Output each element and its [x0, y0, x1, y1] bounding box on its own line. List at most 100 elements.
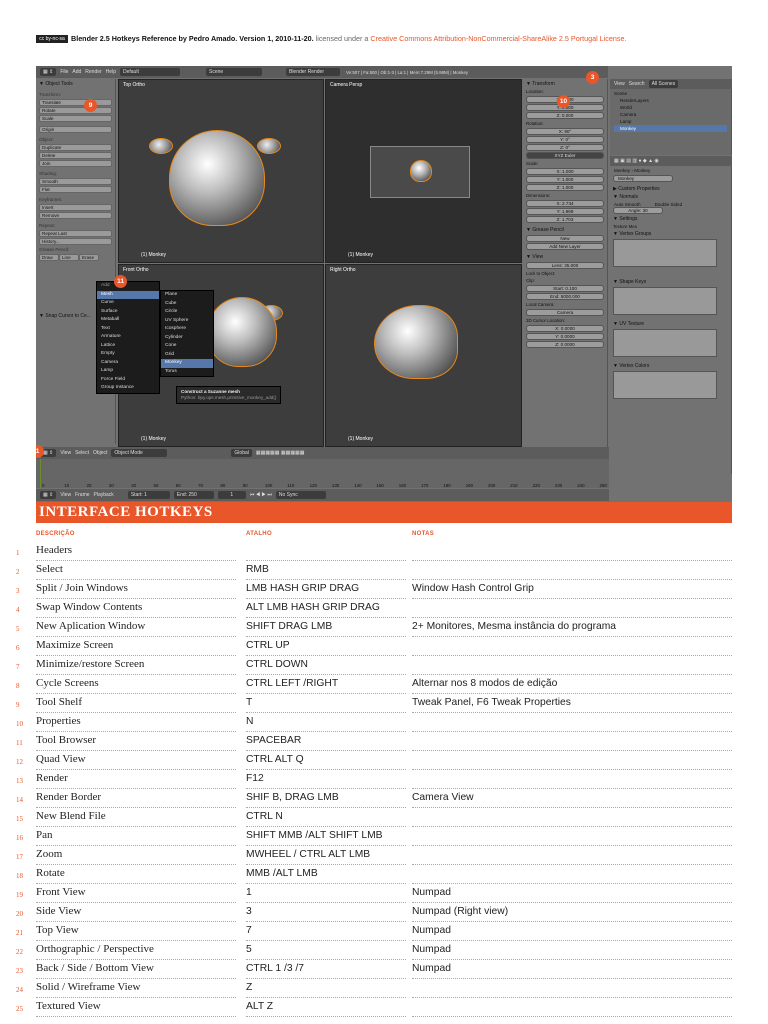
line-button[interactable]: Line — [59, 254, 79, 261]
smooth-button[interactable]: Smooth — [39, 178, 112, 185]
start-frame-field[interactable]: Start: 1 — [127, 491, 170, 499]
vertex-colors-section[interactable]: ▼ Vertex Colors — [613, 363, 728, 369]
outliner-item-scene[interactable]: Scene — [614, 90, 727, 97]
cursor-y-field[interactable]: Y: 0.0000 — [526, 333, 604, 340]
scale-x-field[interactable]: X: 1.000 — [526, 168, 604, 175]
viewport-top-ortho[interactable]: Top Ortho (1) Monkey — [118, 79, 324, 263]
mesh-cone[interactable]: Cone — [161, 342, 213, 351]
grease-add-layer-button[interactable]: Add New Layer — [526, 243, 604, 250]
dimensions-x-field[interactable]: X: 2.734 — [526, 200, 604, 207]
end-frame-field[interactable]: End: 250 — [173, 491, 214, 499]
monkey-mesh[interactable] — [169, 130, 265, 226]
duplicate-button[interactable]: Duplicate — [39, 144, 112, 151]
menu-add[interactable]: Add — [72, 69, 81, 75]
add-menu-metaball[interactable]: Metaball — [97, 316, 159, 325]
layer-buttons[interactable]: ▦▦▦▦▦ ▦▦▦▦▦ — [256, 450, 305, 456]
add-menu-lattice[interactable]: Lattice — [97, 342, 159, 351]
repeat-last-button[interactable]: Repeat Last — [39, 230, 112, 237]
license-link[interactable]: Creative Commons Attribution-NonCommerci… — [370, 34, 626, 43]
menu-render[interactable]: Render — [85, 69, 101, 75]
timeline-frame-menu[interactable]: Frame — [75, 492, 89, 498]
timeline[interactable]: 0 10 20 30 40 50 60 70 80 90 100 110 120 130 140 150 160… — [36, 459, 609, 488]
cc-license-badge[interactable]: cc by-nc-sa — [36, 35, 68, 44]
translate-button[interactable]: Translate — [39, 99, 112, 106]
layout-select[interactable]: Default — [119, 68, 180, 76]
camera-field[interactable]: Camera — [526, 309, 604, 316]
rotation-z-field[interactable]: Z: 0° — [526, 144, 604, 151]
vertex-colors-list[interactable] — [613, 371, 717, 399]
orientation-select[interactable]: Global — [231, 449, 252, 457]
erase-button[interactable]: Erase — [79, 254, 99, 261]
scale-y-field[interactable]: Y: 1.000 — [526, 176, 604, 183]
mesh-monkey[interactable]: Monkey — [161, 359, 213, 368]
outliner-item-renderlayers[interactable]: RenderLayers — [614, 97, 727, 104]
viewport-camera-persp[interactable]: Camera Persp (1) Monkey — [325, 79, 522, 263]
mode-select[interactable]: Object Mode — [111, 449, 168, 457]
dimensions-z-field[interactable]: Z: 1.703 — [526, 216, 604, 223]
view3d-select-menu[interactable]: Select — [75, 450, 89, 456]
double-sided-checkbox[interactable]: Double Sided — [655, 202, 683, 207]
history-button[interactable]: History... — [39, 238, 112, 245]
scale-z-field[interactable]: Z: 1.000 — [526, 184, 604, 191]
outliner-item-monkey[interactable]: Monkey — [614, 125, 727, 132]
viewport-right-ortho[interactable]: Right Ortho (1) Monkey — [325, 264, 522, 447]
outliner-search-menu[interactable]: Search — [629, 81, 645, 87]
mesh-circle[interactable]: Circle — [161, 308, 213, 317]
rotate-button[interactable]: Rotate — [39, 107, 112, 114]
outliner-view-menu[interactable]: View — [614, 81, 625, 87]
dimensions-y-field[interactable]: Y: 1.969 — [526, 208, 604, 215]
remove-keyframe-button[interactable]: Remove — [39, 212, 112, 219]
properties-tabs[interactable]: ▦ ▣ ▤ ▥ ● ◆ ▲ ◉ — [610, 156, 732, 166]
mesh-uv-sphere[interactable]: UV Sphere — [161, 317, 213, 326]
editor-type-icon[interactable]: ▦ ⇕ — [40, 68, 57, 76]
shape-keys-section[interactable]: ▼ Shape Keys — [613, 279, 728, 285]
outliner-item-lamp[interactable]: Lamp — [614, 118, 727, 125]
menu-help[interactable]: Help — [106, 69, 116, 75]
cursor-x-field[interactable]: X: 0.0000 — [526, 325, 604, 332]
scene-select[interactable]: Scene — [205, 68, 262, 76]
view3d-view-menu[interactable]: View — [60, 450, 71, 456]
origin-button[interactable]: Origin — [39, 126, 112, 133]
timeline-playback-menu[interactable]: Playback — [94, 492, 114, 498]
playback-controls[interactable]: ⏮ ◀ ▶ ⏭ — [250, 492, 272, 498]
add-menu-text[interactable]: Text — [97, 325, 159, 334]
outliner-item-camera[interactable]: Camera — [614, 111, 727, 118]
angle-field[interactable]: Angle: 30 — [613, 207, 663, 214]
add-menu-armature[interactable]: Armature — [97, 333, 159, 342]
grease-new-button[interactable]: New — [526, 235, 604, 242]
settings-section[interactable]: ▼ Settings — [613, 216, 728, 222]
mesh-cube[interactable]: Cube — [161, 300, 213, 309]
rotation-x-field[interactable]: X: 90° — [526, 128, 604, 135]
insert-keyframe-button[interactable]: Insert — [39, 204, 112, 211]
outliner-scope-select[interactable]: All Scenes — [648, 80, 679, 88]
clip-end-field[interactable]: End: 5000.000 — [526, 293, 604, 300]
normals-section[interactable]: ▼ Normals — [613, 194, 728, 200]
add-menu-mesh[interactable]: Mesh — [97, 290, 159, 299]
timeline-view-menu[interactable]: View — [60, 492, 71, 498]
add-menu-camera[interactable]: Camera — [97, 359, 159, 368]
delete-button[interactable]: Delete — [39, 152, 112, 159]
uv-texture-section[interactable]: ▼ UV Texture — [613, 321, 728, 327]
mesh-torus[interactable]: Torus — [161, 368, 213, 377]
lens-field[interactable]: Lens: 35.000 — [526, 262, 604, 269]
menu-file[interactable]: File — [60, 69, 68, 75]
add-menu-empty[interactable]: Empty — [97, 350, 159, 359]
location-z-field[interactable]: Z: 0.000 — [526, 112, 604, 119]
draw-button[interactable]: Draw — [39, 254, 59, 261]
flat-button[interactable]: Flat — [39, 186, 112, 193]
cursor-z-field[interactable]: Z: 0.0000 — [526, 341, 604, 348]
add-menu-lamp[interactable]: Lamp — [97, 367, 159, 376]
sync-select[interactable]: No Sync — [275, 491, 326, 499]
add-menu-force-field[interactable]: Force Field — [97, 376, 159, 385]
add-menu-group-instance[interactable]: Group Instance — [97, 384, 159, 393]
current-frame-field[interactable]: 1 — [217, 491, 246, 499]
monkey-mesh[interactable] — [207, 297, 277, 367]
auto-smooth-checkbox[interactable]: Auto Smooth — [614, 202, 641, 207]
monkey-mesh[interactable] — [410, 160, 432, 182]
render-engine-select[interactable]: Blender Render — [285, 68, 340, 76]
add-menu-surface[interactable]: Surface — [97, 308, 159, 317]
mesh-cylinder[interactable]: Cylinder — [161, 334, 213, 343]
scale-button[interactable]: Scale — [39, 115, 112, 122]
uv-texture-list[interactable] — [613, 329, 717, 357]
shape-keys-list[interactable] — [613, 287, 717, 315]
